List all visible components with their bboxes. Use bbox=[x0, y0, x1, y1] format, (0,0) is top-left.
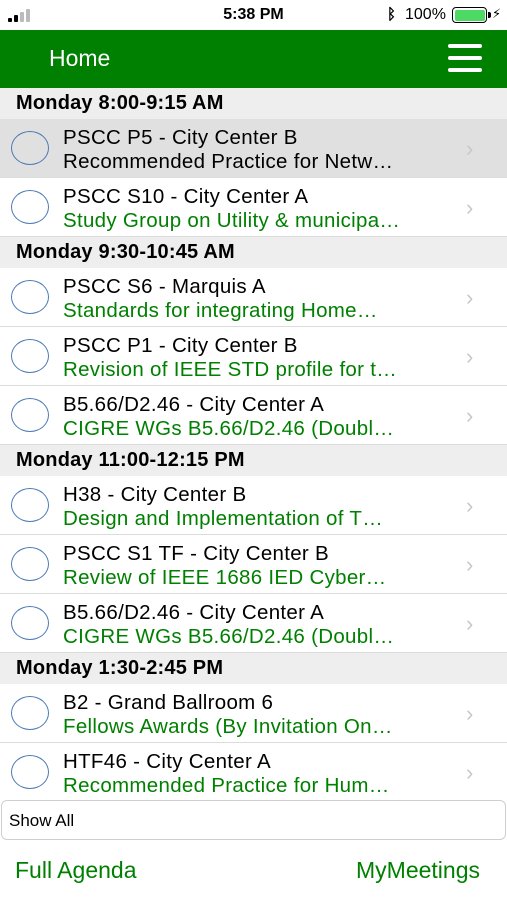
full-agenda-link[interactable]: Full Agenda bbox=[15, 857, 136, 884]
select-circle-icon[interactable] bbox=[11, 131, 49, 165]
session-title: HTF46 - City Center A bbox=[63, 750, 271, 773]
session-row[interactable]: B5.66/D2.46 - City Center A CIGRE WGs B5.… bbox=[0, 386, 507, 445]
chevron-right-icon: › bbox=[466, 403, 474, 428]
session-subtitle: Revision of IEEE STD profile for t… bbox=[63, 358, 398, 381]
session-row[interactable]: HTF46 - City Center A Recommended Practic… bbox=[0, 743, 507, 800]
status-bar: 5:38 PM ᛒ 100% ⚡ bbox=[0, 0, 507, 30]
hamburger-menu-icon[interactable] bbox=[448, 41, 482, 75]
session-subtitle: Study Group on Utility & municipa… bbox=[63, 209, 401, 232]
session-subtitle: Design and Implementation of T… bbox=[63, 507, 384, 530]
session-subtitle: Review of IEEE 1686 IED Cyber… bbox=[63, 566, 387, 589]
chevron-right-icon: › bbox=[466, 552, 474, 577]
charging-bolt-icon: ⚡ bbox=[492, 6, 502, 21]
chevron-right-icon: › bbox=[466, 285, 474, 310]
session-title: B2 - Grand Ballroom 6 bbox=[63, 691, 274, 714]
session-row[interactable]: PSCC P1 - City Center B Revision of IEEE … bbox=[0, 327, 507, 386]
bottom-bar: Full Agenda MyMeetings bbox=[0, 840, 507, 900]
select-circle-icon[interactable] bbox=[11, 547, 49, 581]
show-all-field[interactable]: Show All bbox=[1, 800, 506, 840]
chevron-right-icon: › bbox=[466, 136, 474, 161]
bluetooth-icon: ᛒ bbox=[387, 6, 397, 23]
session-row[interactable]: PSCC S6 - Marquis A Standards for integra… bbox=[0, 268, 507, 327]
session-title: B5.66/D2.46 - City Center A bbox=[63, 601, 325, 624]
session-subtitle: CIGRE WGs B5.66/D2.46 (Doubl… bbox=[63, 417, 395, 440]
session-subtitle: Fellows Awards (By Invitation On… bbox=[63, 715, 393, 738]
select-circle-icon[interactable] bbox=[11, 339, 49, 373]
page-title: Home bbox=[49, 45, 111, 71]
session-title: B5.66/D2.46 - City Center A bbox=[63, 393, 325, 416]
select-circle-icon[interactable] bbox=[11, 488, 49, 522]
session-subtitle: Recommended Practice for Hum… bbox=[63, 774, 390, 797]
section-header: Monday 1:30-2:45 PM bbox=[0, 653, 507, 684]
select-circle-icon[interactable] bbox=[11, 696, 49, 730]
session-row[interactable]: H38 - City Center B Design and Implementa… bbox=[0, 476, 507, 535]
session-row[interactable]: B5.66/D2.46 - City Center A CIGRE WGs B5.… bbox=[0, 594, 507, 653]
session-row[interactable]: PSCC S1 TF - City Center B Review of IEEE… bbox=[0, 535, 507, 594]
battery-percentage: 100% bbox=[405, 6, 446, 23]
session-title: H38 - City Center B bbox=[63, 483, 247, 506]
session-subtitle: Recommended Practice for Netw… bbox=[63, 150, 394, 173]
select-circle-icon[interactable] bbox=[11, 280, 49, 314]
session-title: PSCC S10 - City Center A bbox=[63, 185, 309, 208]
chevron-right-icon: › bbox=[466, 195, 474, 220]
section-header: Monday 8:00-9:15 AM bbox=[0, 88, 507, 119]
chevron-right-icon: › bbox=[466, 344, 474, 369]
session-title: PSCC S1 TF - City Center B bbox=[63, 542, 330, 565]
battery-tip bbox=[488, 12, 491, 18]
section-header: Monday 11:00-12:15 PM bbox=[0, 445, 507, 476]
session-title: PSCC P1 - City Center B bbox=[63, 334, 298, 357]
chevron-right-icon: › bbox=[466, 611, 474, 636]
section-header: Monday 9:30-10:45 AM bbox=[0, 237, 507, 268]
session-title: PSCC P5 - City Center B bbox=[63, 126, 298, 149]
nav-bar: Home bbox=[0, 30, 507, 88]
select-circle-icon[interactable] bbox=[11, 398, 49, 432]
select-circle-icon[interactable] bbox=[11, 755, 49, 789]
session-subtitle: CIGRE WGs B5.66/D2.46 (Doubl… bbox=[63, 625, 395, 648]
session-row[interactable]: PSCC P5 - City Center B Recommended Pract… bbox=[0, 119, 507, 178]
session-subtitle: Standards for integrating Home… bbox=[63, 299, 378, 322]
chevron-right-icon: › bbox=[466, 760, 474, 785]
session-list[interactable]: Monday 8:00-9:15 AM PSCC P5 - City Center… bbox=[0, 88, 507, 800]
my-meetings-link[interactable]: MyMeetings bbox=[356, 857, 480, 884]
chevron-right-icon: › bbox=[466, 701, 474, 726]
select-circle-icon[interactable] bbox=[11, 190, 49, 224]
session-row[interactable]: PSCC S10 - City Center A Study Group on U… bbox=[0, 178, 507, 237]
select-circle-icon[interactable] bbox=[11, 606, 49, 640]
session-title: PSCC S6 - Marquis A bbox=[63, 275, 266, 298]
chevron-right-icon: › bbox=[466, 493, 474, 518]
battery-icon bbox=[452, 7, 487, 23]
session-row[interactable]: B2 - Grand Ballroom 6 Fellows Awards (By … bbox=[0, 684, 507, 743]
